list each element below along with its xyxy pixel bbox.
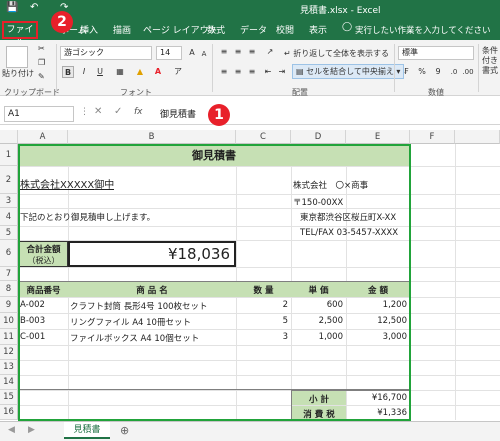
column-header-c[interactable]: C (236, 130, 291, 144)
grow-font-button[interactable]: A (186, 47, 198, 59)
step-marker-2: 2 (51, 11, 73, 33)
group-divider (478, 44, 479, 92)
row-header[interactable]: 10 (0, 313, 18, 329)
selection-outline (18, 144, 411, 421)
row-header[interactable]: 8 (0, 281, 18, 297)
font-group-label: フォント (120, 88, 152, 97)
align-right-icon[interactable]: ≡ (246, 66, 258, 78)
formula-bar: A1 ⋮ ✕ ✓ fx 御見積書 (0, 103, 500, 125)
borders-icon[interactable]: ▦ (114, 66, 126, 78)
row-header[interactable]: 1 (0, 144, 18, 166)
row-header[interactable]: 6 (0, 240, 18, 267)
fill-color-icon[interactable]: ▲ (134, 66, 146, 78)
row-header[interactable]: 3 (0, 194, 18, 208)
merge-center-button[interactable]: ▤ セルを結合して中央揃え ▾ (292, 64, 405, 79)
column-header-b[interactable]: B (68, 130, 236, 144)
group-divider (56, 44, 57, 92)
tab-file[interactable]: ファイル (2, 21, 38, 49)
row-header[interactable]: 14 (0, 375, 18, 390)
name-box[interactable]: A1 (4, 106, 74, 122)
sheet-tab-bar: ◀ ▶ 見積書 ⊕ (0, 421, 500, 441)
font-color-icon[interactable]: A (152, 66, 164, 78)
window-title: 見積書.xlsx - Excel (300, 6, 381, 16)
scroll-left-icon[interactable]: ◀ (8, 425, 15, 435)
currency-icon[interactable]: ₣ (400, 66, 412, 78)
align-bottom-icon[interactable]: ≡ (246, 46, 258, 58)
paste-button[interactable]: 貼り付け (2, 68, 34, 79)
tab-review[interactable]: 校閲 (276, 23, 294, 36)
wrap-text-button[interactable]: ↵ 折り返して全体を表示する (284, 48, 389, 59)
align-left-icon[interactable]: ≡ (218, 66, 230, 78)
italic-button[interactable]: I (78, 66, 90, 78)
bold-button[interactable]: B (62, 66, 74, 78)
group-divider (394, 44, 395, 92)
tab-draw[interactable]: 描画 (113, 23, 131, 36)
tab-formulas[interactable]: 数式 (207, 23, 225, 36)
save-icon[interactable]: 💾 (6, 2, 18, 13)
undo-icon[interactable]: ↶ (30, 2, 38, 13)
column-header-d[interactable]: D (291, 130, 346, 144)
row-header[interactable]: 9 (0, 297, 18, 313)
align-top-icon[interactable]: ≡ (218, 46, 230, 58)
cut-icon[interactable]: ✂ (38, 44, 45, 53)
title-bar: 💾 ↶ ↷ 見積書.xlsx - Excel (0, 0, 500, 18)
conditional-format-button[interactable]: 条件付き書式 (482, 46, 498, 76)
row-header[interactable]: 7 (0, 267, 18, 281)
row-header[interactable]: 12 (0, 345, 18, 360)
column-header-e[interactable]: E (346, 130, 410, 144)
step-marker-1: 1 (208, 104, 230, 126)
scroll-right-icon[interactable]: ▶ (28, 425, 35, 435)
percent-button[interactable]: % (416, 66, 428, 78)
clipboard-group-label: クリップボード (4, 88, 60, 97)
enter-icon[interactable]: ✓ (114, 106, 122, 117)
tab-view[interactable]: 表示 (309, 23, 327, 36)
shrink-font-button[interactable]: A (198, 48, 210, 60)
row-header[interactable]: 15 (0, 390, 18, 405)
formula-input[interactable]: 御見積書 (160, 107, 196, 120)
format-painter-icon[interactable]: ✎ (38, 72, 45, 81)
add-sheet-button[interactable]: ⊕ (120, 424, 129, 437)
align-center-icon[interactable]: ≡ (232, 66, 244, 78)
cancel-icon[interactable]: ✕ (94, 106, 102, 117)
alignment-group-label: 配置 (292, 88, 308, 97)
gridline (455, 144, 456, 420)
font-name-select[interactable]: 游ゴシック (60, 46, 152, 60)
tab-data[interactable]: データ (240, 23, 267, 36)
more-icon: ⋮ (80, 107, 89, 117)
lightbulb-icon: ◯ (342, 22, 353, 32)
row-header[interactable]: 13 (0, 360, 18, 375)
row-header[interactable]: 4 (0, 208, 18, 226)
align-middle-icon[interactable]: ≡ (232, 46, 244, 58)
column-header-a[interactable]: A (18, 130, 68, 144)
phonetic-icon[interactable]: ア (172, 66, 184, 78)
tab-insert[interactable]: 挿入 (80, 23, 98, 36)
increase-decimal-icon[interactable]: .0 (448, 66, 460, 78)
font-size-select[interactable]: 14 (156, 46, 182, 60)
decrease-indent-icon[interactable]: ⇤ (262, 66, 274, 78)
ribbon-home: 貼り付け ✂ ❐ ✎ クリップボード 游ゴシック 14 A A B I U ▦ … (0, 40, 500, 97)
underline-button[interactable]: U (94, 66, 106, 78)
fx-button[interactable]: fx (134, 107, 143, 117)
orientation-icon[interactable]: ↗ (264, 46, 276, 58)
copy-icon[interactable]: ❐ (38, 58, 45, 67)
increase-indent-icon[interactable]: ⇥ (276, 66, 288, 78)
group-divider (212, 44, 213, 92)
sheet-tab-active[interactable]: 見積書 (64, 422, 110, 439)
tell-me-search[interactable]: 実行したい作業を入力してください (355, 24, 491, 36)
column-header-g[interactable] (455, 130, 500, 144)
row-header[interactable]: 11 (0, 329, 18, 345)
clipboard-icon (6, 46, 28, 68)
number-format-select[interactable]: 標準 (398, 46, 474, 60)
row-header[interactable]: 16 (0, 405, 18, 420)
row-header[interactable]: 5 (0, 226, 18, 240)
select-all-corner[interactable] (0, 130, 18, 144)
decrease-decimal-icon[interactable]: .00 (462, 66, 474, 78)
number-group-label: 数値 (428, 88, 444, 97)
comma-button[interactable]: 9 (432, 66, 444, 78)
row-header[interactable]: 2 (0, 166, 18, 194)
column-header-f[interactable]: F (410, 130, 455, 144)
